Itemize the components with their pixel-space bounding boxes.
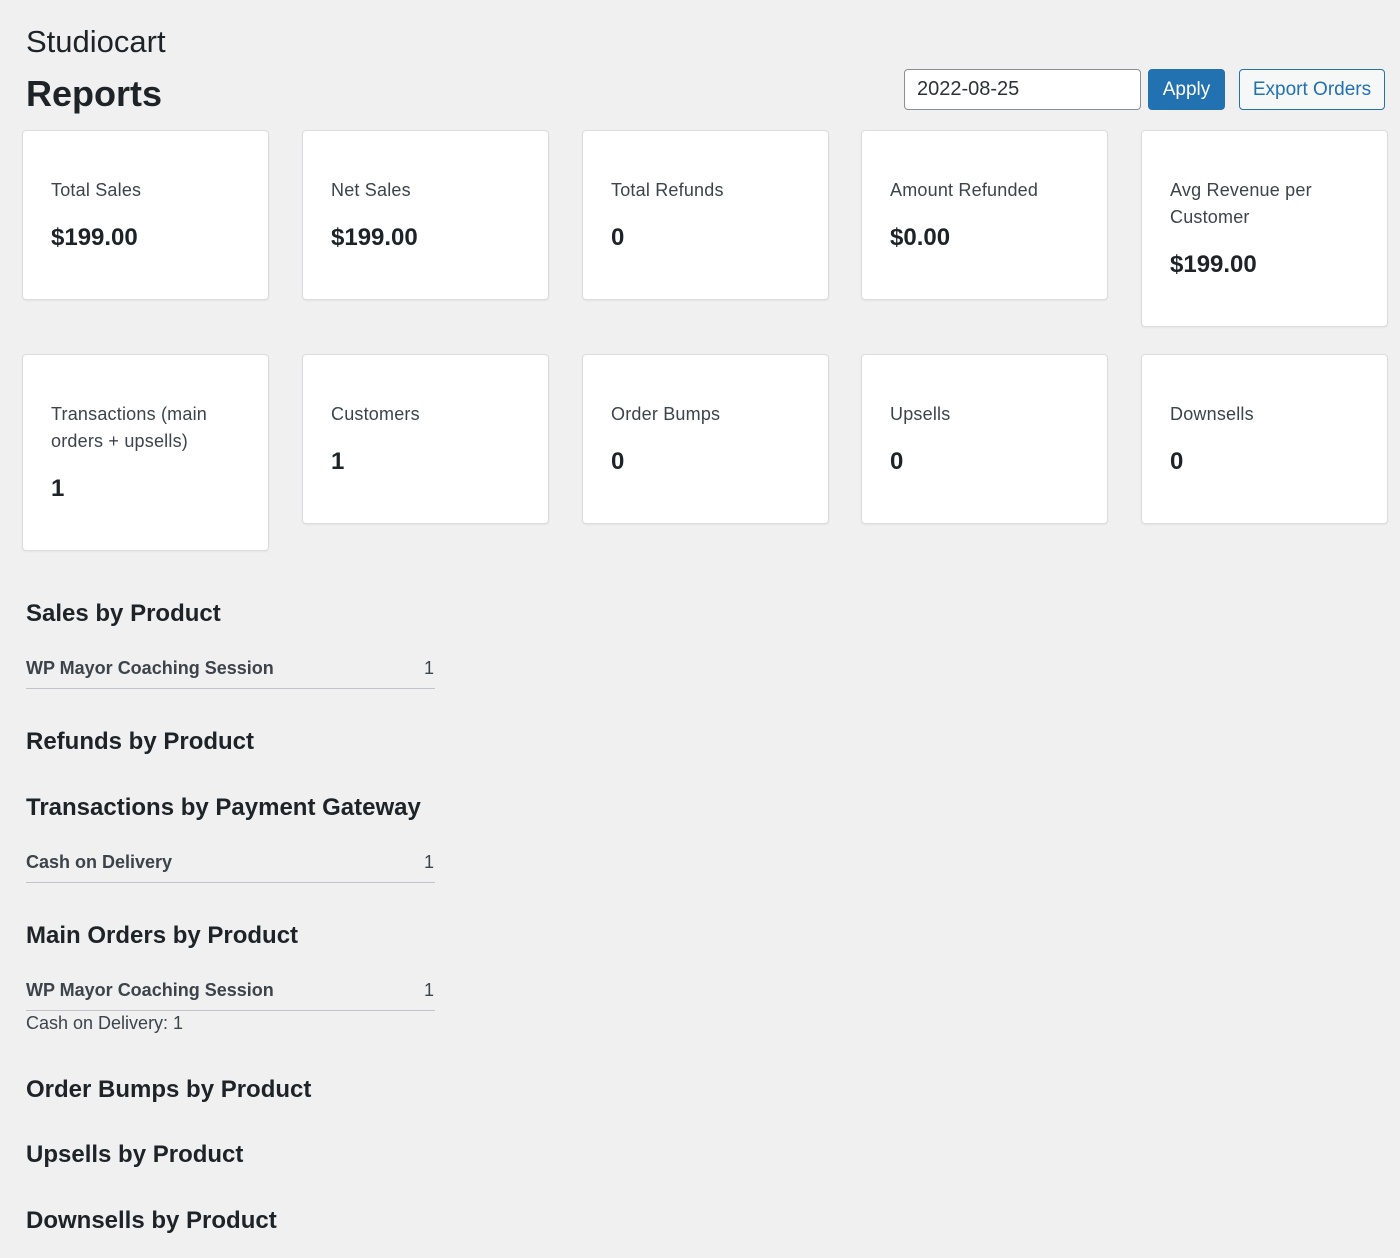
row-count: 1 bbox=[423, 658, 434, 678]
stat-value: $199.00 bbox=[331, 224, 418, 251]
apply-button[interactable]: Apply bbox=[1148, 69, 1225, 110]
stat-label: Total Sales bbox=[51, 180, 142, 200]
stat-card-net-sales: Net Sales $199.00 bbox=[302, 130, 549, 300]
stat-card-total-sales: Total Sales $199.00 bbox=[22, 130, 269, 300]
stat-card-avg-revenue: Avg Revenue per Customer $199.00 bbox=[1141, 130, 1388, 327]
downsells-by-product-heading: Downsells by Product bbox=[26, 1207, 277, 1234]
stat-value: 1 bbox=[51, 475, 65, 502]
order-bumps-by-product-heading: Order Bumps by Product bbox=[26, 1076, 312, 1103]
stat-card-upsells: Upsells 0 bbox=[861, 354, 1108, 524]
stat-card-downsells: Downsells 0 bbox=[1141, 354, 1388, 524]
upsells-by-product-heading: Upsells by Product bbox=[26, 1141, 244, 1168]
transactions-by-gateway-heading: Transactions by Payment Gateway bbox=[26, 794, 421, 821]
row-product-name: WP Mayor Coaching Session bbox=[26, 980, 274, 1000]
stat-card-total-refunds: Total Refunds 0 bbox=[582, 130, 829, 300]
row-gateway-name: Cash on Delivery bbox=[26, 852, 173, 872]
stat-label: Customers bbox=[331, 404, 420, 424]
row-count: 1 bbox=[423, 980, 434, 1000]
stat-card-transactions: Transactions (main orders + upsells) 1 bbox=[22, 354, 269, 551]
stat-card-order-bumps: Order Bumps 0 bbox=[582, 354, 829, 524]
stat-label: Total Refunds bbox=[611, 180, 724, 200]
stat-label: Transactions (main orders + upsells) bbox=[51, 404, 207, 451]
table-row: Cash on Delivery 1 bbox=[26, 852, 435, 883]
stat-value: 0 bbox=[611, 224, 625, 251]
date-input[interactable] bbox=[904, 69, 1141, 110]
stat-label: Order Bumps bbox=[611, 404, 721, 424]
stat-value: $199.00 bbox=[1170, 251, 1257, 278]
stat-value: $0.00 bbox=[890, 224, 951, 251]
stat-label: Downsells bbox=[1170, 404, 1254, 424]
sales-by-product-heading: Sales by Product bbox=[26, 600, 221, 627]
export-orders-button[interactable]: Export Orders bbox=[1239, 69, 1385, 110]
stat-card-amount-refunded: Amount Refunded $0.00 bbox=[861, 130, 1108, 300]
stat-value: 0 bbox=[611, 448, 625, 475]
stat-card-customers: Customers 1 bbox=[302, 354, 549, 524]
row-count: 1 bbox=[423, 852, 434, 872]
refunds-by-product-heading: Refunds by Product bbox=[26, 728, 255, 755]
stat-value: 0 bbox=[1170, 448, 1184, 475]
stat-label: Avg Revenue per Customer bbox=[1170, 180, 1312, 227]
stat-label: Amount Refunded bbox=[890, 180, 1039, 200]
app-title: Studiocart bbox=[26, 24, 166, 59]
row-gateway-breakdown: Cash on Delivery: 1 bbox=[26, 1013, 184, 1033]
page-title: Reports bbox=[26, 73, 163, 114]
stat-value: $199.00 bbox=[51, 224, 138, 251]
stat-label: Upsells bbox=[890, 404, 951, 424]
stat-label: Net Sales bbox=[331, 180, 411, 200]
stat-value: 0 bbox=[890, 448, 904, 475]
table-row: WP Mayor Coaching Session 1 bbox=[26, 658, 435, 689]
stat-value: 1 bbox=[331, 448, 345, 475]
row-product-name: WP Mayor Coaching Session bbox=[26, 658, 274, 678]
table-row: WP Mayor Coaching Session 1 bbox=[26, 980, 435, 1011]
main-orders-by-product-heading: Main Orders by Product bbox=[26, 922, 299, 949]
